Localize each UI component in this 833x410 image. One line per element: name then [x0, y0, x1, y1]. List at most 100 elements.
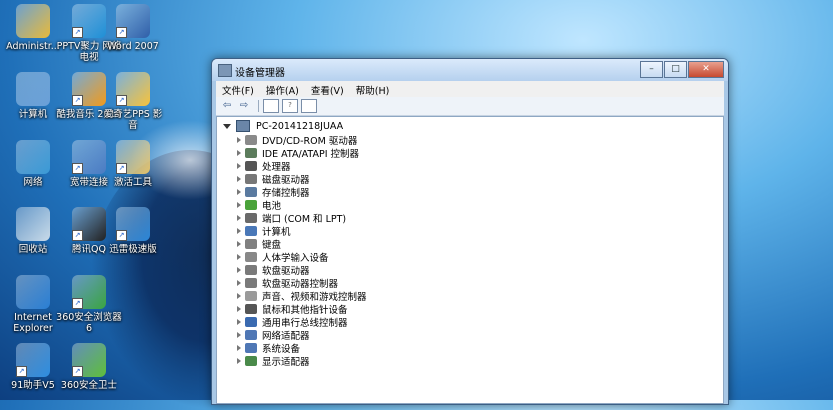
desktop-icon-label: 爱奇艺PPS 影音 — [103, 109, 163, 131]
minimize-button[interactable]: – — [640, 61, 663, 78]
tree-item[interactable]: 电池 — [237, 198, 282, 212]
expand-arrow-icon[interactable] — [237, 318, 241, 325]
close-button[interactable]: ✕ — [688, 61, 724, 78]
expand-arrow-icon[interactable] — [237, 175, 241, 182]
expand-arrow-icon[interactable] — [237, 344, 241, 351]
root-label: PC-20141218JUAA — [256, 120, 344, 132]
tree-item[interactable]: 显示适配器 — [237, 354, 310, 368]
expand-arrow-icon[interactable] — [237, 136, 241, 143]
desktop-icon[interactable]: ↗ Word 2007 — [100, 4, 166, 52]
tree-item[interactable]: 磁盘驱动器 — [237, 172, 310, 186]
desktop-icon[interactable]: ↗ 360安全浏览器6 — [56, 275, 122, 334]
tree-item-label: 存储控制器 — [262, 187, 310, 199]
tree-item-label: 通用串行总线控制器 — [262, 317, 348, 329]
desktop-icon[interactable]: ↗ 360安全卫士 — [56, 343, 122, 391]
desktop-icon[interactable]: ↗ 迅雷极速版 — [100, 207, 166, 255]
expand-arrow-icon[interactable] — [237, 357, 241, 364]
tree-item-label: 计算机 — [262, 226, 291, 238]
device-manager-icon — [218, 64, 232, 77]
tree-item[interactable]: DVD/CD-ROM 驱动器 — [237, 133, 357, 147]
device-category-icon — [245, 329, 257, 340]
toolbar-separator — [258, 100, 259, 112]
tree-item[interactable]: 计算机 — [237, 224, 291, 238]
properties-icon[interactable] — [263, 99, 279, 113]
device-category-icon — [245, 186, 257, 197]
menu-bar: 文件(F) 操作(A) 查看(V) 帮助(H) — [216, 81, 724, 97]
tree-item[interactable]: 人体学输入设备 — [237, 250, 329, 264]
shortcut-arrow-icon: ↗ — [72, 298, 83, 309]
forward-icon[interactable]: ⇨ — [237, 100, 251, 112]
menu-help[interactable]: 帮助(H) — [350, 81, 396, 97]
app-icon: ↗ — [116, 4, 150, 38]
device-category-icon — [245, 303, 257, 314]
shortcut-arrow-icon: ↗ — [72, 230, 83, 241]
tree-item[interactable]: 处理器 — [237, 159, 291, 173]
maximize-button[interactable]: □ — [664, 61, 687, 78]
app-icon — [16, 207, 50, 241]
tree-item-label: 处理器 — [262, 161, 291, 173]
device-category-icon — [245, 290, 257, 301]
expand-arrow-icon[interactable] — [237, 149, 241, 156]
expand-arrow-icon[interactable] — [237, 331, 241, 338]
tree-item-label: 鼠标和其他指针设备 — [262, 304, 348, 316]
tree-item-label: 显示适配器 — [262, 356, 310, 368]
device-category-icon — [245, 238, 257, 249]
expand-arrow-icon[interactable] — [237, 292, 241, 299]
help-icon[interactable]: ? — [282, 99, 298, 113]
shortcut-arrow-icon: ↗ — [72, 95, 83, 106]
back-icon[interactable]: ⇦ — [220, 100, 234, 112]
desktop-icon[interactable]: ↗ 爱奇艺PPS 影音 — [100, 72, 166, 131]
shortcut-arrow-icon: ↗ — [72, 163, 83, 174]
device-manager-window[interactable]: 设备管理器 – □ ✕ 文件(F) 操作(A) 查看(V) 帮助(H) ⇦ ⇨ … — [211, 58, 729, 405]
title-bar[interactable]: 设备管理器 – □ ✕ — [212, 59, 728, 81]
device-category-icon — [245, 264, 257, 275]
shortcut-arrow-icon: ↗ — [72, 366, 83, 377]
tree-item[interactable]: IDE ATA/ATAPI 控制器 — [237, 146, 359, 160]
app-icon: ↗ — [16, 343, 50, 377]
tree-item-label: 软盘驱动器控制器 — [262, 278, 339, 290]
expand-arrow-icon[interactable] — [237, 214, 241, 221]
tree-item[interactable]: 系统设备 — [237, 341, 300, 355]
tree-item[interactable]: 网络适配器 — [237, 328, 310, 342]
tree-item[interactable]: 键盘 — [237, 237, 282, 251]
expand-arrow-icon[interactable] — [237, 253, 241, 260]
desktop-icon-label: 360安全浏览器6 — [56, 312, 122, 334]
expand-arrow-icon[interactable] — [223, 123, 231, 129]
shortcut-arrow-icon: ↗ — [72, 27, 83, 38]
menu-file[interactable]: 文件(F) — [216, 81, 260, 97]
tree-item[interactable]: 声音、视频和游戏控制器 — [237, 289, 367, 303]
expand-arrow-icon[interactable] — [237, 227, 241, 234]
menu-action[interactable]: 操作(A) — [260, 81, 305, 97]
device-category-icon — [245, 342, 257, 353]
device-category-icon — [245, 277, 257, 288]
device-category-icon — [245, 225, 257, 236]
tree-item-label: 电池 — [262, 200, 282, 212]
menu-view[interactable]: 查看(V) — [305, 81, 350, 97]
expand-arrow-icon[interactable] — [237, 188, 241, 195]
expand-arrow-icon[interactable] — [237, 279, 241, 286]
tree-item[interactable]: 鼠标和其他指针设备 — [237, 302, 348, 316]
tree-item-label: 键盘 — [262, 239, 282, 251]
expand-arrow-icon[interactable] — [237, 162, 241, 169]
desktop-icon-label: 迅雷极速版 — [109, 244, 157, 255]
device-category-icon — [245, 134, 257, 145]
tree-item[interactable]: 存储控制器 — [237, 185, 310, 199]
tree-item[interactable]: 软盘驱动器控制器 — [237, 276, 339, 290]
app-icon — [16, 72, 50, 106]
desktop-icon[interactable]: ↗ 激活工具 — [100, 140, 166, 188]
expand-arrow-icon[interactable] — [237, 266, 241, 273]
tree-item[interactable]: 软盘驱动器 — [237, 263, 310, 277]
tree-item-label: 软盘驱动器 — [262, 265, 310, 277]
tree-root[interactable]: PC-20141218JUAA — [223, 120, 343, 132]
tree-item[interactable]: 通用串行总线控制器 — [237, 315, 348, 329]
expand-arrow-icon[interactable] — [237, 201, 241, 208]
expand-arrow-icon[interactable] — [237, 305, 241, 312]
desktop-icon-label: 360安全卫士 — [60, 380, 118, 391]
tree-item[interactable]: 端口 (COM 和 LPT) — [237, 211, 346, 225]
expand-arrow-icon[interactable] — [237, 240, 241, 247]
scan-hardware-icon[interactable] — [301, 99, 317, 113]
shortcut-arrow-icon: ↗ — [116, 95, 127, 106]
device-tree[interactable]: PC-20141218JUAA DVD/CD-ROM 驱动器 IDE ATA/AT… — [216, 116, 724, 404]
device-category-icon — [245, 316, 257, 327]
device-category-icon — [245, 251, 257, 262]
